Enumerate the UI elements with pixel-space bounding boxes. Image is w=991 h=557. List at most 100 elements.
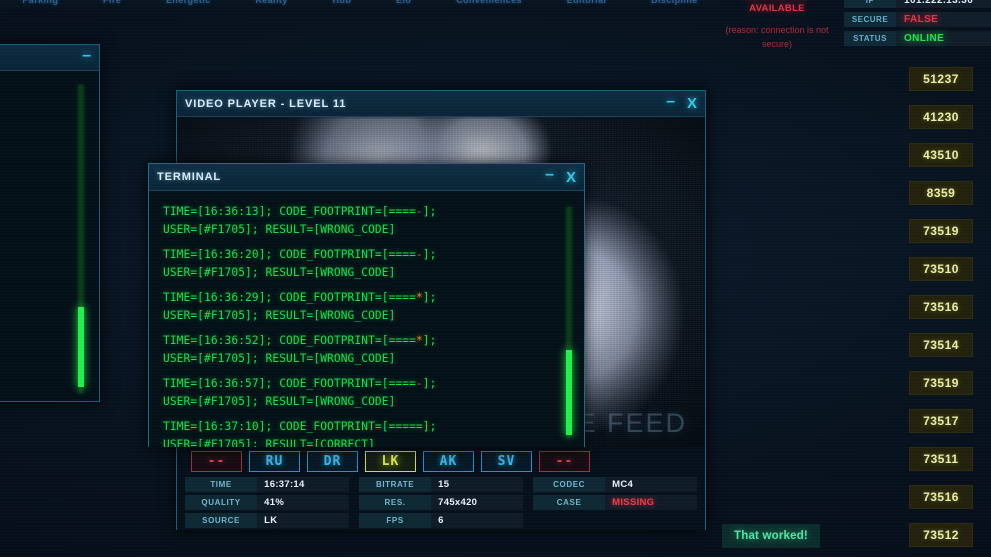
notes-line: to the <box>0 159 91 179</box>
notes-window-body: t will s.s you to to the urrentl be able… <box>0 71 99 403</box>
notes-line: rect <box>0 239 91 259</box>
stat-value: MISSING <box>605 495 697 510</box>
terminal-entry-time-prefix: TIME=[16:36:29]; CODE_FOOTPRINT=[==== <box>163 291 416 304</box>
terminal-entry-time-suffix: ]; <box>422 334 437 347</box>
terminal-title: TERMINAL <box>157 171 222 183</box>
minimize-icon[interactable]: – <box>545 167 554 183</box>
terminal-entry-time: TIME=[16:37:10]; CODE_FOOTPRINT=[=====]; <box>163 418 574 436</box>
stat-value: 16:37:14 <box>257 477 349 492</box>
stat-row: SOURCE LK <box>185 513 349 528</box>
menu-item-1[interactable]: Fire <box>81 0 144 5</box>
notes-window-titlebar[interactable]: – <box>0 45 99 71</box>
number-item[interactable]: 73516 <box>909 295 973 319</box>
number-item[interactable]: 73519 <box>909 371 973 395</box>
status-value: ONLINE <box>896 31 991 46</box>
number-item[interactable]: 73519 <box>909 219 973 243</box>
number-item[interactable]: 73516 <box>909 485 973 509</box>
menu-item-0[interactable]: Parking <box>0 0 81 5</box>
code-footprint-marker: - <box>415 205 423 218</box>
menu-item-6[interactable]: Conveniences <box>434 0 545 5</box>
picture-unavailable-label: PICTURE NOT AVAILABLE <box>743 0 810 14</box>
stat-row: RES. 745x420 <box>359 495 523 510</box>
number-item[interactable]: 8359 <box>909 181 973 205</box>
terminal-entry-time-prefix: TIME=[16:36:20]; CODE_FOOTPRINT=[==== <box>163 248 416 261</box>
status-key: STATUS <box>844 31 896 46</box>
terminal-entry-time-prefix: TIME=[16:36:57]; CODE_FOOTPRINT=[==== <box>163 377 416 390</box>
minimize-icon[interactable]: – <box>82 47 91 64</box>
stat-value: 15 <box>431 477 523 492</box>
toast-notification: That worked! <box>722 524 820 548</box>
close-icon[interactable]: X <box>566 170 576 185</box>
stats-column-2: BITRATE 15 RES. 745x420 FPS 6 <box>359 477 523 530</box>
stat-key: CASE <box>533 495 606 510</box>
terminal-controls: – X <box>545 167 576 185</box>
number-item[interactable]: 73510 <box>909 257 973 281</box>
menu-item-7[interactable]: Editorial <box>544 0 628 5</box>
code-button-dashdash[interactable]: -- <box>191 450 242 472</box>
menu-item-2[interactable]: Energetic <box>144 0 233 5</box>
minimize-icon[interactable]: – <box>666 93 675 110</box>
code-button-dr[interactable]: DR <box>307 450 358 472</box>
stat-key: TIME <box>185 477 258 492</box>
code-button-ak[interactable]: AK <box>423 450 474 472</box>
notes-scrollbar[interactable] <box>78 85 84 393</box>
menu-item-3[interactable]: Reality <box>233 0 310 5</box>
stat-key: QUALITY <box>185 495 258 510</box>
status-rows: IP 101.222.13.30 SECURE FALSE STATUS ONLINE <box>844 0 991 51</box>
number-item[interactable]: 43510 <box>909 143 973 167</box>
terminal-scrollbar-thumb[interactable] <box>566 349 572 435</box>
menu-item-5[interactable]: Elo <box>374 0 434 5</box>
video-player-controls: – X <box>666 93 697 112</box>
terminal-entry-time: TIME=[16:36:57]; CODE_FOOTPRINT=[====-]; <box>163 375 574 393</box>
stat-row: CASE MISSING <box>533 495 697 510</box>
notes-line <box>0 99 91 119</box>
number-item[interactable]: 73514 <box>909 333 973 357</box>
menu-item-4[interactable]: Hub <box>310 0 374 5</box>
number-item[interactable]: 73512 <box>909 523 973 547</box>
notes-window: – t will s.s you to to the urrentl be ab… <box>0 44 100 402</box>
picture-unavailable-block: PICTURE NOT AVAILABLE (reason: connectio… <box>718 0 836 51</box>
terminal-entry-time-prefix: TIME=[16:36:52]; CODE_FOOTPRINT=[==== <box>163 334 416 347</box>
code-footprint-marker: * <box>415 334 423 347</box>
terminal-entry-time: TIME=[16:36:52]; CODE_FOOTPRINT=[====*]; <box>163 332 574 350</box>
code-button-lk[interactable]: LK <box>365 450 416 472</box>
number-item[interactable]: 51237 <box>909 67 973 91</box>
number-item[interactable]: 73511 <box>909 447 973 471</box>
menu-item-8[interactable]: Discipline <box>629 0 720 5</box>
video-player-titlebar[interactable]: VIDEO PLAYER - LEVEL 11 – X <box>177 91 705 117</box>
terminal-entry-user: USER=[#F1705]; RESULT=[CORRECT] <box>163 437 375 448</box>
code-button-dashdash[interactable]: -- <box>539 450 590 472</box>
notes-line: s. <box>0 119 91 139</box>
game-screen: Parking Fire Energetic Reality Hub Elo Conveni… <box>0 0 991 557</box>
close-icon[interactable]: X <box>687 96 697 111</box>
terminal-titlebar[interactable]: TERMINAL – X <box>149 164 584 191</box>
terminal-line-gap <box>163 410 574 418</box>
status-key: SECURE <box>844 12 896 27</box>
notes-scrollbar-thumb[interactable] <box>78 306 84 387</box>
terminal-scrollbar[interactable] <box>566 207 572 437</box>
stat-value: 745x420 <box>431 495 523 510</box>
notes-line <box>0 279 91 299</box>
terminal-line-gap <box>163 238 574 246</box>
stat-value: 6 <box>431 513 523 528</box>
terminal-window: TERMINAL – X TIME=[16:36:13]; CODE_FOOTP… <box>148 163 585 447</box>
terminal-entry-time: TIME=[16:36:20]; CODE_FOOTPRINT=[====-]; <box>163 246 574 264</box>
number-item[interactable]: 73517 <box>909 409 973 433</box>
terminal-entry-time-suffix: ]; <box>422 248 437 261</box>
stats-column-1: TIME 16:37:14 QUALITY 41% SOURCE LK <box>185 477 349 530</box>
number-item[interactable]: 41230 <box>909 105 973 129</box>
code-button-ru[interactable]: RU <box>249 450 300 472</box>
terminal-entry-time-prefix: TIME=[16:36:13]; CODE_FOOTPRINT=[==== <box>163 205 416 218</box>
status-value: FALSE <box>896 12 991 27</box>
terminal-entry-time-suffix: ]; <box>422 377 437 390</box>
stat-value: MC4 <box>605 477 697 492</box>
code-button-sv[interactable]: SV <box>481 450 532 472</box>
video-stats-table: TIME 16:37:14 QUALITY 41% SOURCE LK BITRATE 15… <box>177 477 705 530</box>
terminal-entry-user: USER=[#F1705]; RESULT=[WRONG_CODE] <box>163 351 396 365</box>
status-row-secure: SECURE FALSE <box>844 12 991 27</box>
notes-line <box>0 179 91 199</box>
terminal-entry-time: TIME=[16:36:29]; CODE_FOOTPRINT=[====*]; <box>163 289 574 307</box>
number-list: 51237 41230 43510 8359 73519 73510 73516 73514 7… <box>909 67 973 547</box>
terminal-entry-time-suffix: ]; <box>422 420 437 433</box>
picture-unavailable-reason: (reason: connection is not secure) <box>725 25 829 49</box>
